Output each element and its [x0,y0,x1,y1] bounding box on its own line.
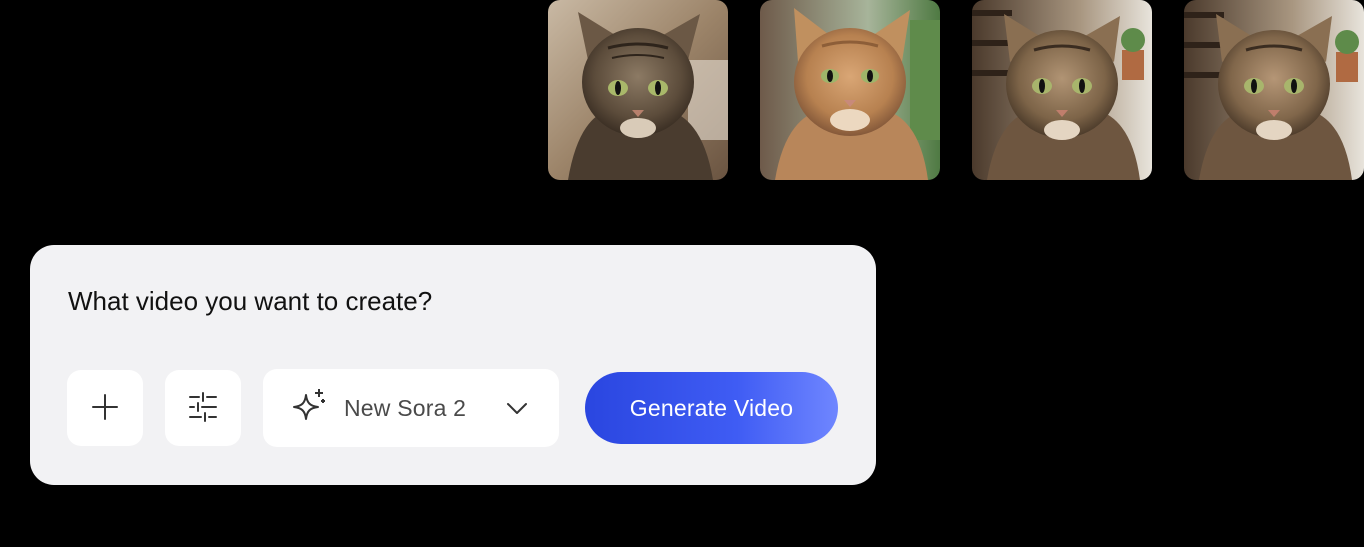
model-label: New Sora 2 [344,394,467,421]
add-button[interactable] [67,370,143,446]
app-stage: New Sora 2 Generate Video [0,0,1364,547]
thumbnail-cat-1[interactable] [548,0,728,180]
generate-video-button[interactable]: Generate Video [585,372,838,444]
thumbnail-cat-3[interactable] [972,0,1152,180]
thumbnail-cat-4[interactable] [1184,0,1364,180]
sliders-icon [187,391,219,426]
model-select[interactable]: New Sora 2 [263,369,559,447]
cat-image-3 [972,0,1152,180]
thumbnail-cat-2[interactable] [760,0,940,180]
chevron-down-icon [505,397,529,424]
cat-image-2 [760,0,940,180]
cat-image-4 [1184,0,1364,180]
sparkle-icon [290,387,328,430]
settings-button[interactable] [165,370,241,446]
plus-icon [90,392,120,425]
prompt-card: New Sora 2 Generate Video [30,245,876,485]
cat-image-1 [548,0,728,180]
prompt-input[interactable] [68,283,828,319]
